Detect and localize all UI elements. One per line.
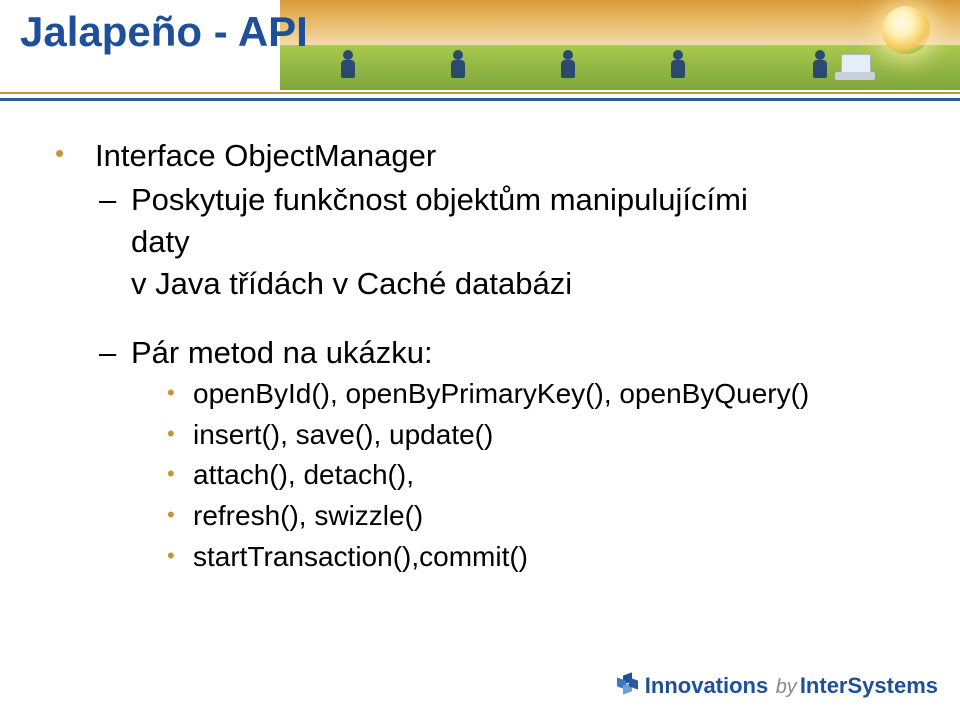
bullet-level3: • refresh(), swizzle() — [55, 496, 920, 537]
bullet-level3: • startTransaction(),commit() — [55, 537, 920, 578]
bullet-icon: • — [167, 418, 175, 450]
bullet-text: startTransaction(),commit() — [193, 541, 528, 572]
person-icon — [670, 50, 688, 80]
bullet-text: insert(), save(), update() — [193, 419, 493, 450]
bullet-level2-cont: daty — [55, 221, 920, 263]
dash-icon: – — [99, 332, 116, 374]
bullet-text: v Java třídách v Caché databázi — [131, 266, 572, 301]
bullet-icon: • — [167, 458, 175, 490]
dash-icon: – — [99, 179, 116, 221]
bullet-text: refresh(), swizzle() — [193, 500, 423, 531]
divider-blue — [0, 98, 960, 101]
slide-content: •Interface ObjectManager –Poskytuje funk… — [55, 135, 920, 577]
footer-word-innovations: Innovations — [645, 673, 768, 698]
bullet-icon: • — [167, 499, 175, 531]
divider-gold — [0, 92, 960, 94]
intersystems-cube-icon — [617, 674, 639, 696]
bullet-level2: –Pár metod na ukázku: — [55, 332, 920, 374]
bullet-level2: –Poskytuje funkčnost objektům manipulují… — [55, 179, 920, 221]
banner-sky — [280, 0, 960, 45]
bullet-level2-cont: v Java třídách v Caché databázi — [55, 263, 920, 305]
bullet-icon: • — [167, 540, 175, 572]
person-icon — [450, 50, 468, 80]
bullet-text: Pár metod na ukázku: — [131, 335, 433, 370]
person-icon — [560, 50, 578, 80]
bullet-text: openById(), openByPrimaryKey(), openByQu… — [193, 378, 809, 409]
footer-word-intersystems: InterSystems — [800, 673, 938, 698]
spacer — [55, 304, 920, 332]
header-banner — [280, 0, 960, 90]
bullet-text: Interface ObjectManager — [95, 138, 436, 173]
bullet-text: attach(), detach(), — [193, 459, 414, 490]
bullet-level3: • openById(), openByPrimaryKey(), openByQ… — [55, 374, 920, 415]
bullet-icon: • — [167, 377, 175, 409]
bullet-icon: • — [55, 136, 95, 171]
laptop-icon — [835, 54, 875, 80]
slide-title: Jalapeño - API — [20, 8, 308, 56]
bullet-text: daty — [131, 224, 190, 259]
person-icon — [812, 50, 830, 80]
bullet-level3: • attach(), detach(), — [55, 455, 920, 496]
bullet-text: Poskytuje funkčnost objektům manipulujíc… — [131, 182, 748, 217]
footer-word-by: by — [776, 676, 797, 698]
lightbulb-icon — [882, 6, 930, 54]
person-icon — [340, 50, 358, 80]
bullet-level1: •Interface ObjectManager — [55, 135, 920, 177]
footer-logo: Innovations byInterSystems — [617, 673, 938, 699]
bullet-level3: • insert(), save(), update() — [55, 415, 920, 456]
